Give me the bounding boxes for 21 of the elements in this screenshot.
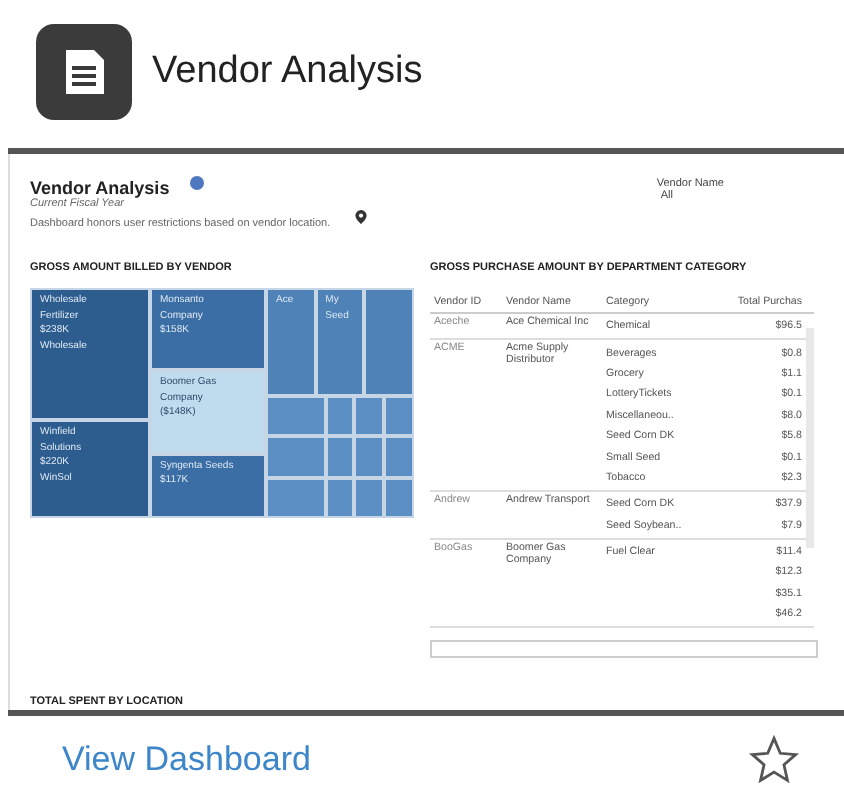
treemap-tile[interactable] <box>354 477 385 518</box>
view-dashboard-link[interactable]: View Dashboard <box>62 740 311 780</box>
favorite-star-icon[interactable] <box>748 734 800 786</box>
dashboard-title: Vendor Analysis <box>30 178 170 198</box>
treemap-tile[interactable] <box>384 436 414 478</box>
treemap-tile[interactable] <box>325 436 355 478</box>
treemap-tile[interactable] <box>384 477 414 518</box>
treemap-tile[interactable] <box>266 477 326 518</box>
treemap-tile[interactable] <box>266 436 326 478</box>
treemap-tile[interactable] <box>354 396 385 437</box>
location-pin-icon <box>354 210 369 224</box>
treemap-tile[interactable] <box>384 396 414 437</box>
scrollbar[interactable] <box>430 640 818 659</box>
treemap-tile[interactable] <box>325 396 355 437</box>
treemap-tile[interactable] <box>364 288 415 396</box>
document-icon <box>36 24 132 120</box>
dashboard-preview[interactable] <box>8 148 844 716</box>
info-icon[interactable] <box>189 175 204 189</box>
card-title: Vendor Analysis <box>152 50 423 94</box>
treemap-tile[interactable] <box>354 436 385 478</box>
treemap-tile[interactable] <box>266 396 326 437</box>
